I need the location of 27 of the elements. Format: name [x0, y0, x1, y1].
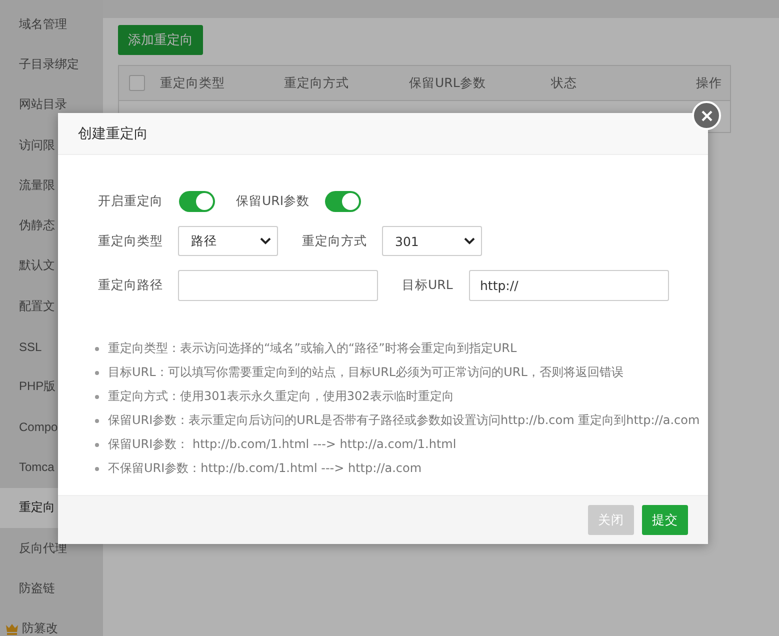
submit-button[interactable]: 提交 [642, 505, 688, 535]
help-note: 目标URL：可以填写你需要重定向到的站点，目标URL必须为可正常访问的URL，否则将返回错误 [108, 364, 624, 381]
toggle-switch[interactable] [325, 190, 361, 212]
field-label: 重定向方式 [302, 232, 368, 250]
select-all-checkbox[interactable] [129, 75, 145, 91]
toggle-label: 保留URI参数 [236, 192, 311, 210]
close-icon[interactable] [692, 101, 721, 130]
crown-icon [5, 622, 19, 635]
column-header: 重定向类型 [160, 74, 226, 92]
text-input[interactable] [178, 270, 378, 300]
dropdown-select[interactable]: 路径 [178, 226, 278, 256]
help-note: 保留URI参数：表示重定向后访问的URL是否带有子路径或参数如设置访问http://b.com 重定向到http://a.com [108, 412, 700, 429]
text-input[interactable]: http:// [469, 270, 669, 300]
help-note: 保留URI参数： http://b.com/1.html ---> http://a.com/1.html [108, 436, 456, 453]
column-header: 重定向方式 [284, 74, 350, 92]
column-header: 保留URL参数 [409, 74, 487, 92]
chevron-down-icon [464, 237, 475, 245]
chevron-down-icon [260, 237, 271, 245]
add-redirect-button[interactable]: 添加重定向 [118, 25, 203, 55]
help-note: 不保留URI参数：http://b.com/1.html ---> http://a.com [108, 460, 422, 477]
help-note: 重定向方式：使用301表示永久重定向，使用302表示临时重定向 [108, 388, 454, 405]
help-note: 重定向类型：表示访问选择的“域名”或输入的“路径”时将会重定向到指定URL [108, 340, 517, 357]
column-header: 状态 [551, 74, 578, 92]
toggle-switch[interactable] [179, 190, 215, 212]
column-header: 操作 [695, 74, 722, 92]
dropdown-select[interactable]: 301 [382, 226, 482, 256]
field-label: 目标URL [402, 276, 454, 294]
